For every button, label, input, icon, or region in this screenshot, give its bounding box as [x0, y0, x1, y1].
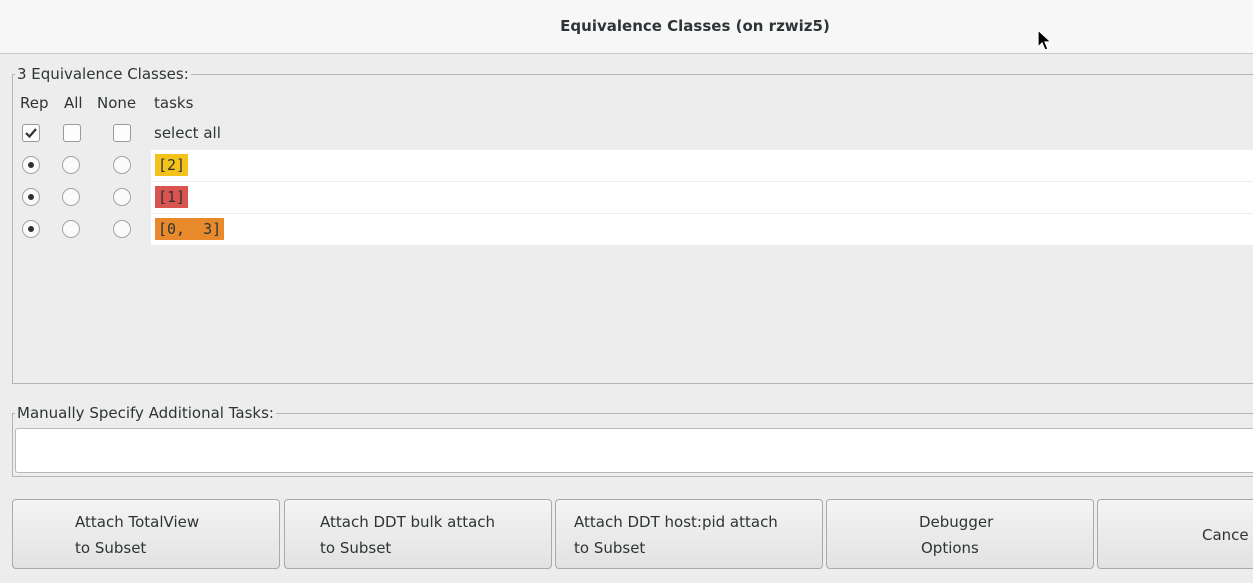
select-all-all-checkbox[interactable] — [63, 124, 81, 142]
row-all-radio[interactable] — [62, 156, 80, 174]
select-all-none-checkbox[interactable] — [113, 124, 131, 142]
attach-totalview-button[interactable]: Attach TotalView to Subset — [12, 499, 280, 569]
title-bar[interactable]: Equivalence Classes (on rzwiz5) — [0, 0, 1253, 54]
class-row[interactable]: [2] — [151, 150, 1253, 181]
row-all-radio[interactable] — [62, 220, 80, 238]
task-list-tag: [1] — [155, 186, 189, 208]
button-label: Cance — [1202, 526, 1249, 544]
button-label-line1: Attach DDT host:pid attach — [574, 513, 778, 531]
task-list-tag: [0, 3] — [155, 218, 225, 240]
equivalence-classes-label: 3 Equivalence Classes: — [15, 65, 191, 83]
window-title: Equivalence Classes (on rzwiz5) — [560, 17, 830, 35]
class-row[interactable]: [1] — [151, 182, 1253, 213]
col-header-none: None — [97, 94, 137, 112]
button-label-line1: Attach DDT bulk attach — [320, 513, 496, 531]
task-list-tag: [2] — [155, 154, 189, 176]
button-label-line2: to Subset — [75, 539, 147, 557]
row-none-radio[interactable] — [113, 156, 131, 174]
col-header-tasks: tasks — [154, 94, 194, 112]
button-label-line1: Attach TotalView — [75, 513, 200, 531]
button-label-line2: to Subset — [574, 539, 646, 557]
cancel-button[interactable]: Cance — [1097, 499, 1253, 569]
debugger-options-button[interactable]: Debugger Options — [826, 499, 1094, 569]
row-rep-radio[interactable] — [22, 188, 40, 206]
row-all-radio[interactable] — [62, 188, 80, 206]
button-label-line2: to Subset — [320, 539, 392, 557]
button-label-line2: Options — [921, 539, 979, 557]
select-all-label: select all — [154, 124, 221, 142]
manual-tasks-input[interactable] — [15, 428, 1253, 473]
select-all-rep-checkbox[interactable] — [22, 124, 40, 142]
attach-ddt-bulk-button[interactable]: Attach DDT bulk attach to Subset — [284, 499, 552, 569]
row-rep-radio[interactable] — [22, 220, 40, 238]
row-none-radio[interactable] — [113, 188, 131, 206]
col-header-rep: Rep — [20, 94, 49, 112]
attach-ddt-hostpid-button[interactable]: Attach DDT host:pid attach to Subset — [555, 499, 823, 569]
mouse-pointer-icon — [1037, 29, 1053, 51]
checkmark-icon — [25, 128, 37, 139]
manual-tasks-label: Manually Specify Additional Tasks: — [15, 404, 276, 422]
row-none-radio[interactable] — [113, 220, 131, 238]
button-label-line1: Debugger — [919, 513, 994, 531]
col-header-all: All — [64, 94, 83, 112]
row-rep-radio[interactable] — [22, 156, 40, 174]
class-row[interactable]: [0, 3] — [151, 214, 1253, 245]
